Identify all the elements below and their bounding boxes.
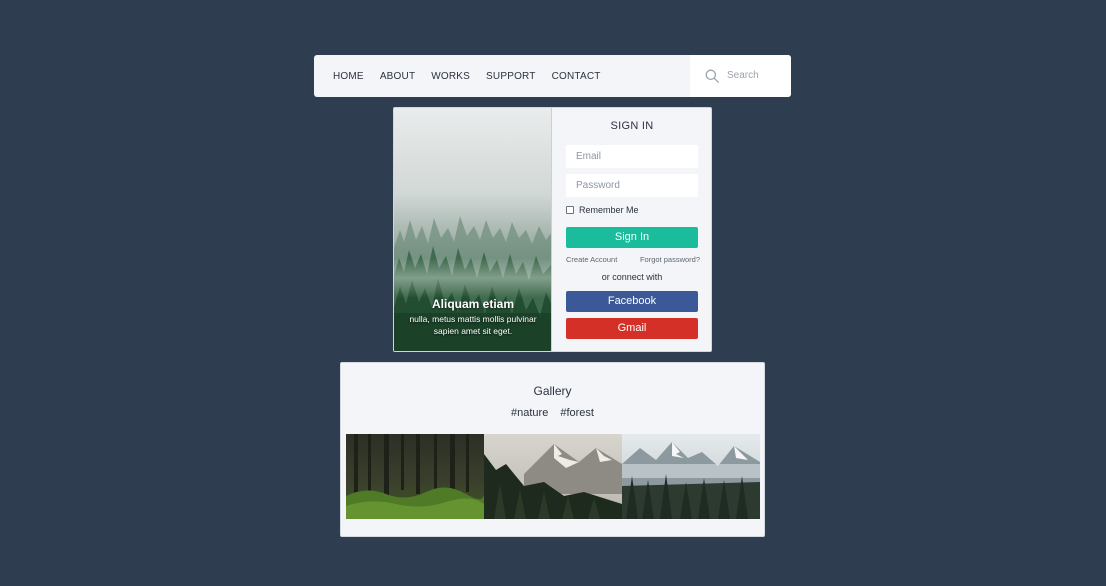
gallery-photo-cloudy-mountains[interactable]	[622, 434, 760, 519]
search-icon	[705, 69, 719, 83]
login-card: Aliquam etiam nulla, metus mattis mollis…	[393, 107, 712, 352]
remember-me-label: Remember Me	[579, 205, 639, 215]
tag-forest[interactable]: #forest	[560, 407, 594, 419]
hero-image: Aliquam etiam nulla, metus mattis mollis…	[394, 108, 552, 351]
hero-text: nulla, metus mattis mollis pulvinar sapi…	[409, 314, 537, 336]
search-box[interactable]: Search	[690, 55, 791, 97]
gallery-tags: #nature #forest	[341, 407, 764, 419]
nav-works[interactable]: WORKS	[431, 71, 470, 82]
search-input[interactable]: Search	[727, 70, 759, 81]
connect-with-text: or connect with	[601, 272, 663, 282]
hero-title: Aliquam etiam	[431, 297, 515, 311]
nav-contact[interactable]: CONTACT	[552, 71, 601, 82]
gallery-photo-mountain-forest[interactable]	[484, 434, 622, 519]
gallery-panel: Gallery #nature #forest	[340, 362, 765, 537]
signin-button[interactable]: Sign In	[566, 227, 698, 248]
top-nav: HOME ABOUT WORKS SUPPORT CONTACT Search	[314, 55, 791, 97]
nav-about[interactable]: ABOUT	[380, 71, 415, 82]
nav-home[interactable]: HOME	[333, 71, 364, 82]
password-field[interactable]	[566, 174, 698, 197]
gallery-title: Gallery	[533, 384, 572, 398]
page: HOME ABOUT WORKS SUPPORT CONTACT Search	[0, 0, 1106, 586]
remember-me: Remember Me	[566, 205, 639, 215]
create-account-link[interactable]: Create Account	[566, 255, 617, 264]
forgot-password-link[interactable]: Forgot password?	[640, 255, 700, 264]
remember-me-checkbox[interactable]	[566, 206, 574, 214]
signin-title: SIGN IN	[610, 120, 654, 132]
account-links: Create Account Forgot password?	[566, 255, 700, 264]
facebook-button[interactable]: Facebook	[566, 291, 698, 312]
nav-links: HOME ABOUT WORKS SUPPORT CONTACT	[333, 55, 617, 97]
tag-nature[interactable]: #nature	[511, 407, 548, 419]
signin-form: SIGN IN Remember Me Sign In Create Accou…	[553, 108, 711, 351]
email-field[interactable]	[566, 145, 698, 168]
nav-support[interactable]: SUPPORT	[486, 71, 536, 82]
gallery-photo-forest-moss[interactable]	[346, 434, 484, 519]
gallery-photos	[346, 434, 760, 519]
gmail-button[interactable]: Gmail	[566, 318, 698, 339]
